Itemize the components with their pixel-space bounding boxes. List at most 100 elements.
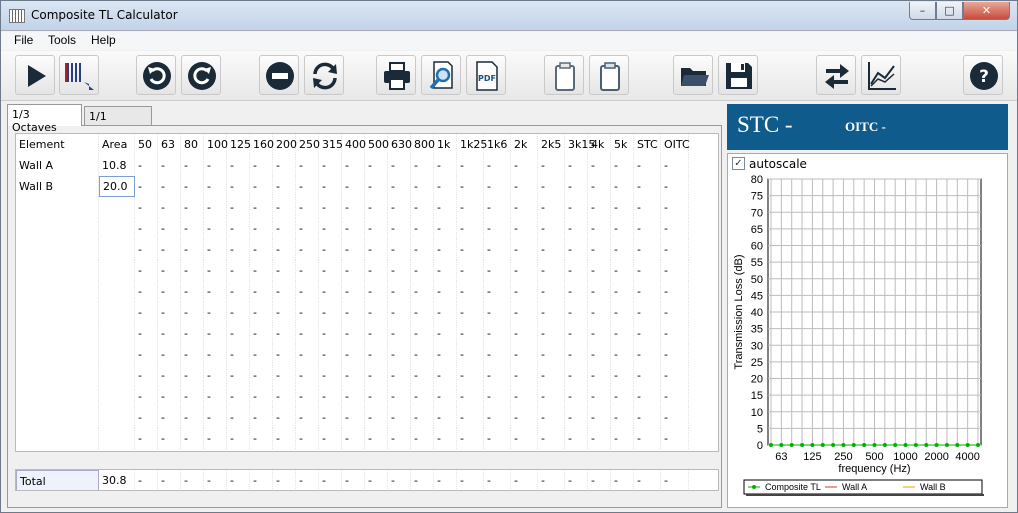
tab-1-1-octaves[interactable]: 1/1 Octaves <box>84 106 152 136</box>
value-cell: - <box>661 323 689 344</box>
value-cell: - <box>342 218 365 239</box>
element-name-cell[interactable] <box>16 407 99 428</box>
column-header: 400 <box>342 134 366 155</box>
value-cell: - <box>296 428 319 449</box>
redo-icon[interactable] <box>181 55 221 95</box>
element-name-cell[interactable] <box>16 260 99 281</box>
value-cell: - <box>227 155 250 176</box>
save-icon[interactable] <box>718 55 758 95</box>
close-icon[interactable]: ✕ <box>963 2 1010 20</box>
toolbar: PDF ? <box>1 51 1017 101</box>
element-name-cell[interactable]: Wall B <box>16 176 99 197</box>
value-cell: - <box>204 218 227 239</box>
value-cell: - <box>135 344 158 365</box>
paste-icon[interactable] <box>589 55 629 95</box>
element-name-cell[interactable] <box>16 302 99 323</box>
element-name-cell[interactable] <box>16 197 99 218</box>
total-value-cell: - <box>388 470 411 490</box>
area-cell[interactable] <box>99 386 135 407</box>
value-cell: - <box>511 428 538 449</box>
minimize-icon[interactable]: – <box>909 2 936 20</box>
print-preview-icon[interactable] <box>421 55 461 95</box>
swap-icon[interactable] <box>816 55 856 95</box>
value-cell: - <box>365 239 388 260</box>
column-header: OITC <box>661 134 690 155</box>
copy-icon[interactable] <box>544 55 584 95</box>
remove-icon[interactable] <box>259 55 299 95</box>
refresh-icon[interactable] <box>304 55 344 95</box>
maximize-icon[interactable]: □ <box>936 2 963 20</box>
menu-help[interactable]: Help <box>91 33 116 47</box>
value-cell: - <box>158 239 181 260</box>
value-cell: - <box>611 302 634 323</box>
app-icon <box>9 9 25 23</box>
value-cell: - <box>204 197 227 218</box>
element-name-cell[interactable] <box>16 323 99 344</box>
area-cell[interactable] <box>99 344 135 365</box>
element-name-cell[interactable] <box>16 218 99 239</box>
total-value-cell: - <box>227 470 250 490</box>
value-cell: - <box>457 281 484 302</box>
element-name-cell[interactable] <box>16 281 99 302</box>
value-cell: - <box>484 155 511 176</box>
area-cell[interactable] <box>99 365 135 386</box>
play-icon[interactable] <box>15 55 55 95</box>
value-cell: - <box>634 281 661 302</box>
value-cell: - <box>411 281 434 302</box>
value-cell: - <box>434 428 457 449</box>
value-cell: - <box>588 218 611 239</box>
element-name-cell[interactable] <box>16 344 99 365</box>
area-cell[interactable] <box>99 281 135 302</box>
value-cell: - <box>296 155 319 176</box>
pdf-icon[interactable]: PDF <box>466 55 506 95</box>
menu-tools[interactable]: Tools <box>48 33 76 47</box>
value-cell: - <box>342 323 365 344</box>
table-row: ----------------------- <box>16 428 718 449</box>
help-icon[interactable]: ? <box>963 55 1003 95</box>
graph-icon[interactable] <box>861 55 901 95</box>
total-value-cell: - <box>565 470 588 490</box>
data-point <box>779 443 784 447</box>
value-cell: - <box>319 323 342 344</box>
value-cell: - <box>611 239 634 260</box>
area-cell[interactable] <box>99 407 135 428</box>
area-cell[interactable] <box>99 197 135 218</box>
tab-1-3-octaves[interactable]: 1/3 Octaves <box>7 104 82 134</box>
total-value-cell: - <box>319 470 342 490</box>
value-cell: - <box>457 386 484 407</box>
table-header: Element Area 50 63 80 100 125 160 200 250 315 400 50… <box>16 134 718 155</box>
data-point <box>893 443 898 447</box>
element-name-cell[interactable] <box>16 239 99 260</box>
area-cell[interactable] <box>99 218 135 239</box>
element-name-cell[interactable] <box>16 428 99 449</box>
column-header: 1k <box>434 134 457 155</box>
print-icon[interactable] <box>376 55 416 95</box>
value-cell: - <box>588 323 611 344</box>
undo-icon[interactable] <box>136 55 176 95</box>
value-cell: - <box>181 365 204 386</box>
autoscale-checkbox[interactable]: ✓ <box>732 157 745 170</box>
open-folder-icon[interactable] <box>673 55 713 95</box>
value-cell: - <box>319 197 342 218</box>
value-cell: - <box>661 386 689 407</box>
area-cell[interactable] <box>99 323 135 344</box>
area-cell[interactable]: 20.0 <box>99 176 135 197</box>
material-selector-icon[interactable] <box>59 55 99 95</box>
area-cell[interactable] <box>99 302 135 323</box>
value-cell: - <box>565 176 588 197</box>
element-name-cell[interactable] <box>16 386 99 407</box>
element-name-cell[interactable]: Wall A <box>16 155 99 176</box>
area-cell[interactable] <box>99 428 135 449</box>
value-cell: - <box>273 260 296 281</box>
value-cell: - <box>634 302 661 323</box>
element-table: Element Area 50 63 80 100 125 160 200 250 315 400 50… <box>15 133 719 452</box>
menu-file[interactable]: File <box>14 33 33 47</box>
value-cell: - <box>296 239 319 260</box>
value-cell: - <box>296 365 319 386</box>
value-cell: - <box>434 239 457 260</box>
area-cell[interactable]: 10.8 <box>99 155 135 176</box>
element-name-cell[interactable] <box>16 365 99 386</box>
area-cell[interactable] <box>99 239 135 260</box>
area-cell[interactable] <box>99 260 135 281</box>
svg-text:?: ? <box>979 67 989 87</box>
